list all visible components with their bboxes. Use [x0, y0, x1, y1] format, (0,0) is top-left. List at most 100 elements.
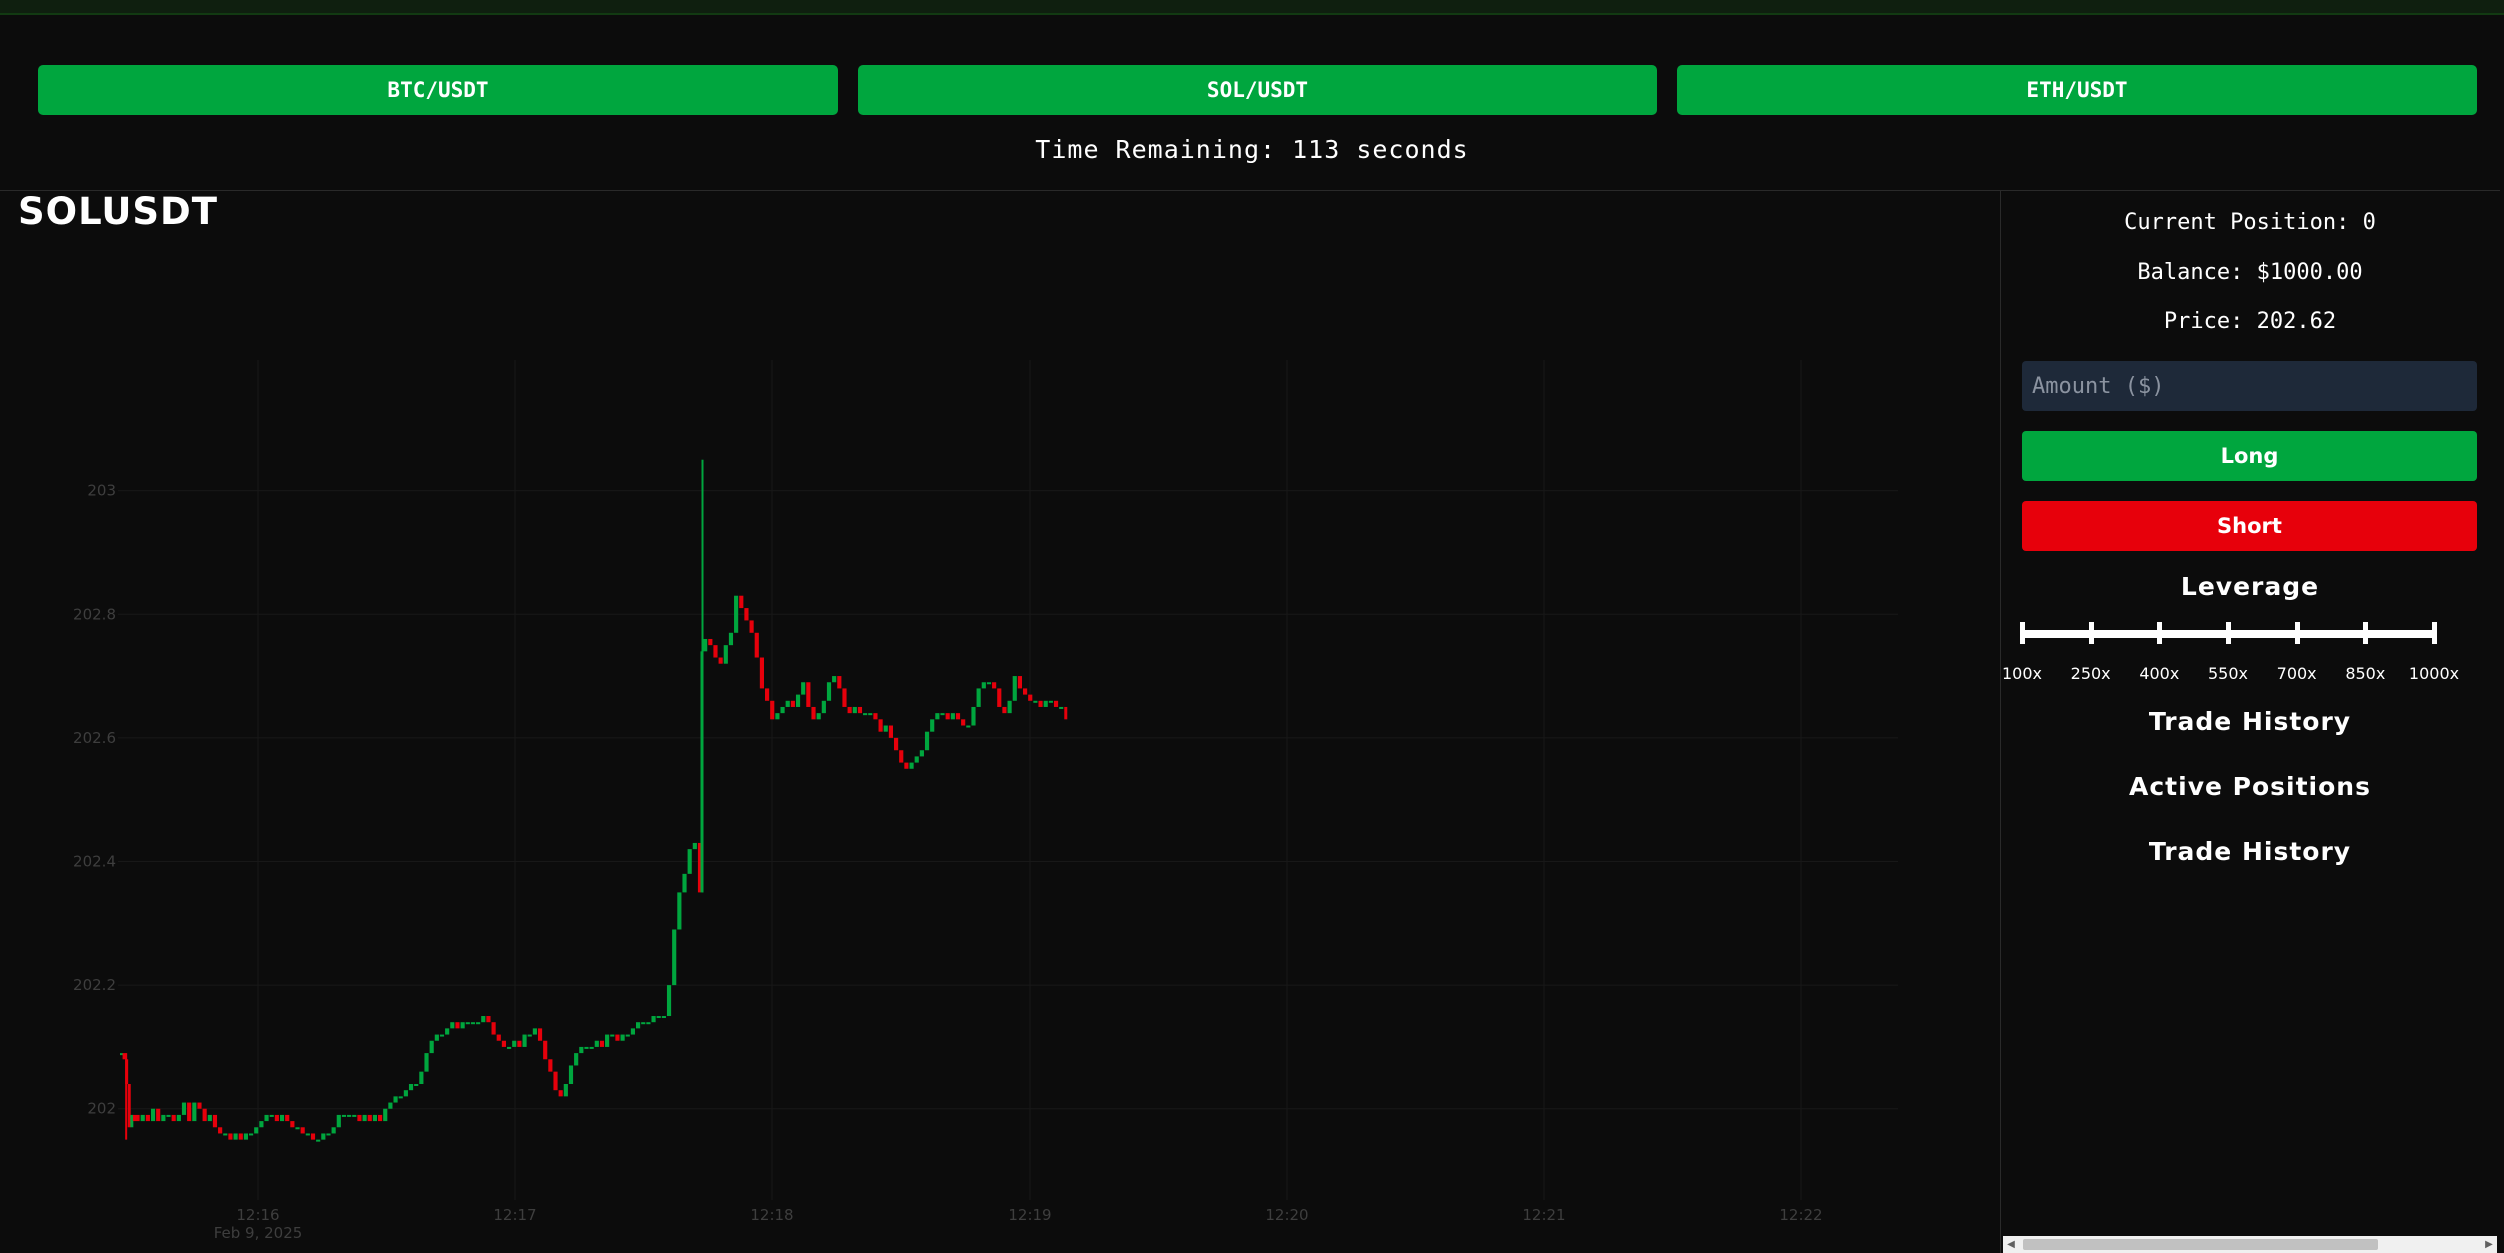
- long-button[interactable]: Long: [2022, 431, 2477, 481]
- leverage-tick[interactable]: [2020, 622, 2025, 644]
- candle: [393, 1096, 398, 1103]
- candle: [630, 1028, 635, 1035]
- candle: [666, 985, 672, 1017]
- candle: [620, 1034, 625, 1041]
- candle: [924, 731, 930, 751]
- leverage-option-label[interactable]: 850x: [2330, 664, 2400, 683]
- candle: [713, 645, 718, 658]
- candle: [780, 706, 785, 714]
- candle: [383, 1108, 388, 1122]
- candle: [434, 1034, 439, 1041]
- leverage-tick[interactable]: [2088, 622, 2094, 644]
- candle: [574, 1053, 579, 1066]
- candle: [543, 1040, 548, 1060]
- leverage-tick[interactable]: [2432, 622, 2437, 644]
- candle: [362, 1114, 367, 1122]
- symbol-title: SOLUSDT: [18, 190, 219, 233]
- trade-history-title-2: Trade History: [2148, 837, 2352, 866]
- leverage-tick[interactable]: [2363, 622, 2369, 644]
- pair-button-sol[interactable]: SOL/USDT: [858, 65, 1657, 115]
- leverage-option-label[interactable]: 100x: [1987, 664, 2057, 683]
- candle: [806, 682, 811, 707]
- short-button[interactable]: Short: [2022, 501, 2477, 551]
- candle: [1053, 700, 1059, 707]
- top-status-strip: [0, 0, 2504, 15]
- scroll-left-icon[interactable]: ◀: [2003, 1236, 2019, 1253]
- pair-button-btc[interactable]: BTC/USDT: [38, 65, 838, 115]
- candle: [496, 1034, 501, 1041]
- candle: [1012, 676, 1017, 701]
- candle: [1038, 700, 1043, 707]
- leverage-option-label[interactable]: 550x: [2193, 664, 2263, 683]
- x-tick-label: 12:20: [1265, 1206, 1308, 1224]
- chart-grid: [118, 360, 1898, 1200]
- candle: [145, 1114, 150, 1122]
- candle: [537, 1028, 543, 1041]
- candle: [419, 1071, 424, 1085]
- candle: [718, 657, 723, 664]
- candle: [347, 1114, 352, 1117]
- candles: [120, 459, 1068, 1142]
- candle: [703, 638, 708, 652]
- candle: [558, 1090, 563, 1097]
- candle: [243, 1133, 248, 1140]
- candle: [708, 638, 713, 646]
- candle: [775, 713, 780, 720]
- panel-divider: [2000, 190, 2001, 1253]
- candle: [372, 1114, 377, 1122]
- candle: [610, 1034, 615, 1037]
- scrollbar-thumb[interactable]: [2023, 1239, 2378, 1250]
- leverage-option-label[interactable]: 1000x: [2399, 664, 2469, 683]
- horizontal-scrollbar[interactable]: ◀ ▶: [2003, 1236, 2497, 1253]
- amount-input[interactable]: [2022, 361, 2477, 411]
- candle: [625, 1034, 630, 1037]
- leverage-tick[interactable]: [2294, 622, 2300, 644]
- candle: [697, 842, 701, 893]
- candle: [166, 1114, 171, 1117]
- candle: [832, 676, 837, 683]
- candle: [341, 1114, 347, 1117]
- candle: [992, 682, 997, 689]
- trade-history-title: Trade History: [2148, 707, 2352, 736]
- candle: [548, 1059, 553, 1072]
- candle: [785, 700, 790, 707]
- candle: [414, 1084, 419, 1087]
- leverage-tick[interactable]: [2157, 622, 2163, 644]
- candle: [176, 1114, 181, 1122]
- candle: [507, 1046, 512, 1049]
- candle: [1064, 706, 1068, 720]
- candle: [1033, 700, 1038, 703]
- candle: [930, 719, 935, 732]
- scroll-right-icon[interactable]: ▶: [2481, 1236, 2497, 1253]
- candle: [218, 1127, 223, 1134]
- candle: [935, 713, 940, 720]
- x-tick-label: 12:22: [1779, 1206, 1822, 1224]
- candle: [161, 1114, 166, 1122]
- candle: [847, 706, 852, 714]
- candle: [692, 842, 697, 850]
- candle: [599, 1040, 605, 1047]
- candle: [326, 1133, 331, 1136]
- leverage-option-label[interactable]: 400x: [2124, 664, 2194, 683]
- price-chart[interactable]: 203 202.8 202.6 202.4 202.2 202 12:16 12:17 12:1…: [0, 190, 2000, 1253]
- candle: [641, 1022, 646, 1025]
- x-tick-label: 12:21: [1522, 1206, 1565, 1224]
- candle: [909, 762, 914, 769]
- candle: [512, 1040, 517, 1047]
- candle: [336, 1114, 341, 1128]
- candle: [594, 1040, 599, 1047]
- candle: [233, 1133, 238, 1140]
- candle: [264, 1114, 269, 1122]
- candle: [424, 1053, 429, 1072]
- leverage-option-label[interactable]: 250x: [2056, 664, 2126, 683]
- candle: [403, 1090, 408, 1097]
- candle: [212, 1114, 218, 1128]
- candle: [223, 1133, 228, 1136]
- candle: [563, 1084, 568, 1097]
- leverage-option-label[interactable]: 700x: [2262, 664, 2332, 683]
- pair-button-eth[interactable]: ETH/USDT: [1677, 65, 2477, 115]
- candle: [132, 1114, 140, 1122]
- leverage-tick[interactable]: [2226, 622, 2231, 644]
- candle: [202, 1108, 207, 1122]
- candle: [1028, 694, 1033, 701]
